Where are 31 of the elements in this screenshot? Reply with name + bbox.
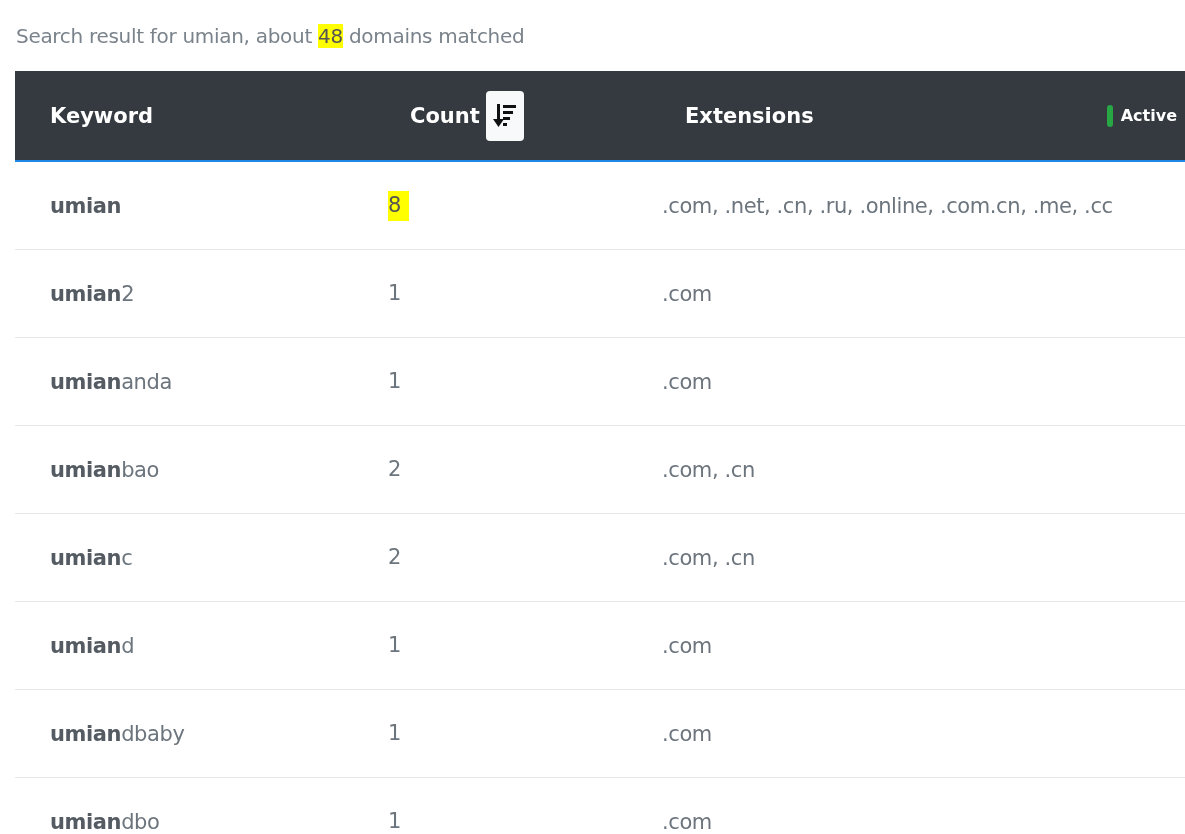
count-cell-text: 1 <box>388 807 402 834</box>
count-cell-text: 1 <box>388 631 402 659</box>
extensions-cell-text: .com <box>662 809 713 834</box>
count-cell-text: 2 <box>388 455 402 483</box>
extensions-cell-text: .com <box>662 721 713 746</box>
extensions-cell-text: .com <box>662 281 713 306</box>
keyword-cell-text: umiandbo <box>49 809 161 834</box>
keyword-cell-text: umianbao <box>49 457 160 482</box>
count-cell-text: 1 <box>388 367 402 395</box>
extensions-cell-text: .com, .cn <box>662 457 756 482</box>
keyword-cell-text: umian <box>49 193 123 218</box>
count-cell-text: 2 <box>388 543 402 571</box>
keyword-cell-text: umiananda <box>49 369 173 394</box>
sort-descending-icon <box>492 102 517 129</box>
count-cell-text: 1 <box>388 279 402 307</box>
column-header: Extensions <box>685 103 814 128</box>
sort-button[interactable] <box>485 90 524 141</box>
column-header: Count <box>410 103 480 128</box>
extensions-cell-text: .com <box>662 369 713 394</box>
keyword-cell-text: umiand <box>49 633 136 658</box>
keyword-cell-text: umianc <box>49 545 134 570</box>
keyword-cell-text: umiandbaby <box>49 721 186 746</box>
extensions-cell-text: .com, .net, .cn, .ru, .online, .com.cn, .me, .cc <box>662 193 1114 218</box>
status-label: Active <box>1120 106 1177 125</box>
extensions-cell-text: .com, .cn <box>662 545 756 570</box>
keyword-cell-text: umian2 <box>49 281 136 306</box>
search-summary: Search result for umian, about 48 domains matched <box>16 24 526 48</box>
extensions-cell-text: .com <box>662 633 713 658</box>
column-header: Keyword <box>50 103 154 128</box>
count-cell-text: 1 <box>388 719 402 747</box>
count-cell: 8 <box>388 190 409 221</box>
